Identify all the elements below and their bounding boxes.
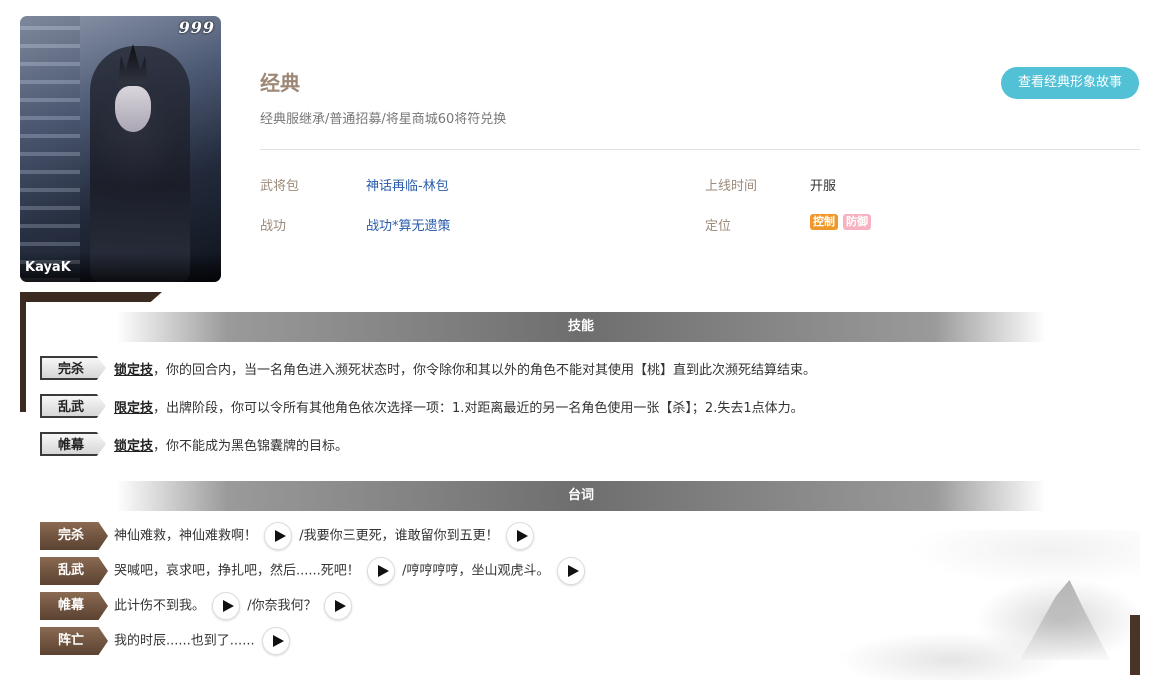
release-label: 上线时间 [705,179,758,194]
role-tag-control: 控制 [810,214,838,230]
quote-skill-tag: 阵亡 [40,627,108,655]
artist-caption: KayaK [20,252,221,282]
skill-desc-text: ，你的回合内，当一名角色进入濒死状态时，你令除你和其以外的角色不能对其使用【桃】… [153,362,817,378]
quote-skill-tag: 帷幕 [40,592,108,620]
quote-row: 乱武 哭喊吧，哀求吧，挣扎吧，然后......死吧！ /哼哼哼哼，坐山观虎斗。 [40,556,588,586]
pack-label: 武将包 [260,179,300,194]
play-audio-icon[interactable] [323,592,352,620]
quote-row: 阵亡 我的时辰......也到了...... [40,626,293,656]
skill-type[interactable]: 锁定技 [114,439,153,454]
play-audio-icon[interactable] [366,557,395,585]
pack-link[interactable]: 神话再临-林包 [366,175,449,194]
quote-row: 完杀 神仙难救，神仙难救啊！ /我要你三更死，谁敢留你到五更！ [40,521,537,551]
play-audio-icon[interactable] [505,522,534,550]
quote-skill-tag: 完杀 [40,522,108,550]
merit-label: 战功 [260,219,287,234]
skill-type[interactable]: 锁定技 [114,363,153,378]
skill-row: 帷幕 锁定技，你不能成为黑色锦囊牌的目标。 [40,429,348,459]
frame-ornament-top [20,292,162,302]
quote-lines: 哭喊吧，哀求吧，挣扎吧，然后......死吧！ /哼哼哼哼，坐山观虎斗。 [114,557,588,585]
skill-type[interactable]: 限定技 [114,401,153,416]
skill-description: 锁定技，你的回合内，当一名角色进入濒死状态时，你令除你和其以外的角色不能对其使用… [114,359,816,378]
quote-line: 神仙难救，神仙难救啊！ [114,528,258,544]
quote-line: 我的时辰......也到了...... [114,633,255,649]
artist-name: KayaK [25,260,71,275]
frame-ornament-left [20,292,26,412]
quote-lines: 此计伤不到我。 /你奈我何？ [114,592,355,620]
wooden-post [1130,615,1140,675]
play-audio-icon[interactable] [261,627,290,655]
view-story-button[interactable]: 查看经典形象故事 [1001,67,1139,99]
merit-link[interactable]: 战功*算无遗策 [366,215,451,234]
quotes-section-header: 台词 [116,481,1046,511]
quote-line: /我要你三更死，谁敢留你到五更！ [299,528,499,544]
play-audio-icon[interactable] [556,557,585,585]
mountain-peak [1020,580,1110,660]
header-divider [260,149,1140,150]
skills-section-header: 技能 [116,312,1046,342]
ink-mountain-decoration [800,530,1140,680]
rank-badge: 999 [178,18,215,37]
skill-name-tag[interactable]: 完杀 [40,356,106,380]
skill-desc-text: ，你不能成为黑色锦囊牌的目标。 [153,438,349,454]
quote-line: 此计伤不到我。 [114,598,206,614]
skill-name-tag[interactable]: 帷幕 [40,432,106,456]
skin-acquisition: 经典服继承/普通招募/将星商城60将符兑换 [260,112,507,127]
quote-lines: 神仙难救，神仙难救啊！ /我要你三更死，谁敢留你到五更！ [114,522,537,550]
quote-skill-tag: 乱武 [40,557,108,585]
quote-line: /哼哼哼哼，坐山观虎斗。 [402,563,550,579]
skill-row: 完杀 锁定技，你的回合内，当一名角色进入濒死状态时，你令除你和其以外的角色不能对… [40,353,816,383]
quote-lines: 我的时辰......也到了...... [114,627,293,655]
play-audio-icon[interactable] [212,592,241,620]
skill-description: 锁定技，你不能成为黑色锦囊牌的目标。 [114,435,348,454]
skin-title: 经典 [260,71,300,95]
quote-line: /你奈我何？ [247,598,317,614]
skill-row: 乱武 限定技，出牌阶段，你可以令所有其他角色依次选择一项：1.对距离最近的另一名… [40,391,804,421]
skill-desc-text: ，出牌阶段，你可以令所有其他角色依次选择一项：1.对距离最近的另一名角色使用一张… [153,400,804,416]
quote-row: 帷幕 此计伤不到我。 /你奈我何？ [40,591,355,621]
skill-name-tag[interactable]: 乱武 [40,394,106,418]
skill-description: 限定技，出牌阶段，你可以令所有其他角色依次选择一项：1.对距离最近的另一名角色使… [114,397,804,416]
quote-line: 哭喊吧，哀求吧，挣扎吧，然后......死吧！ [114,563,360,579]
play-audio-icon[interactable] [264,522,293,550]
portrait-face [115,86,151,132]
hero-portrait: 999 KayaK [20,16,221,282]
role-tag-defense: 防御 [843,214,871,230]
portrait-background-pillar [20,16,80,282]
role-label: 定位 [705,219,732,234]
release-value: 开服 [810,179,837,194]
